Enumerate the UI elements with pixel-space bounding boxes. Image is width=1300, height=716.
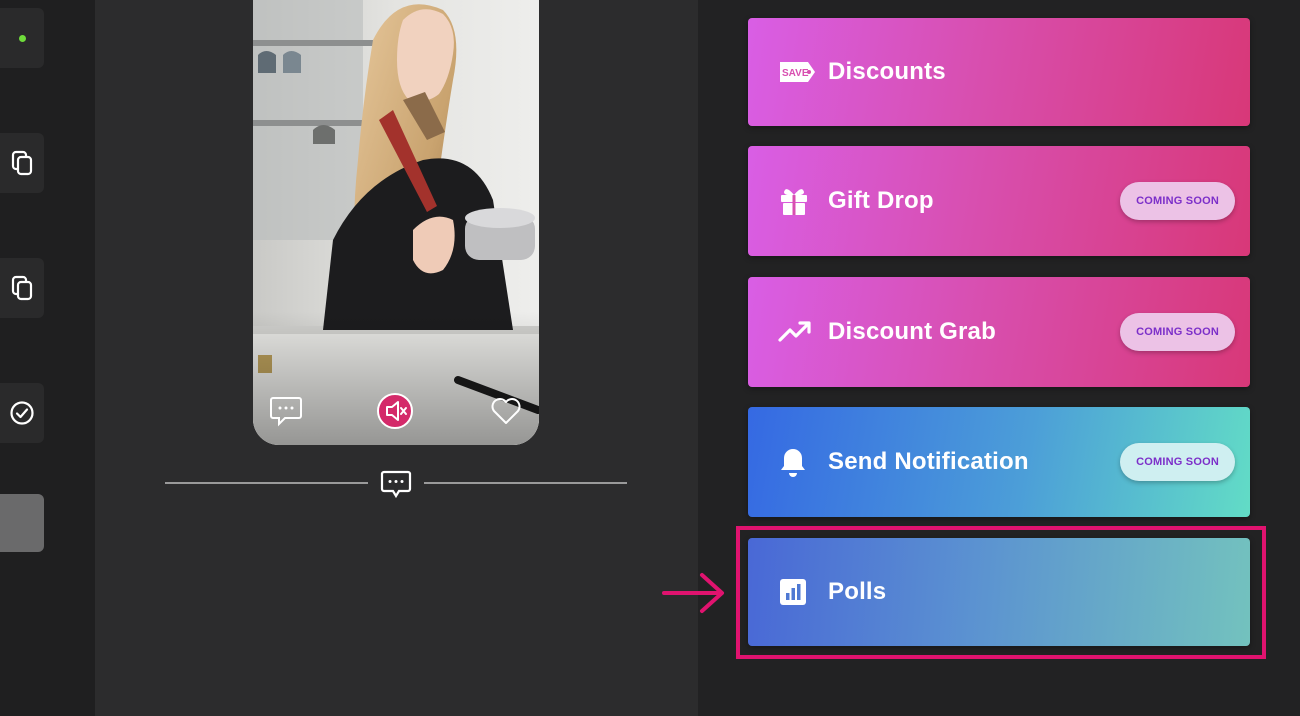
coming-soon-badge: COMING SOON [1120, 443, 1235, 481]
divider-left [165, 482, 368, 484]
copy-button-1[interactable] [0, 133, 44, 193]
video-preview-image [253, 0, 539, 445]
card-discount-grab[interactable]: Discount Grab COMING SOON [748, 277, 1250, 387]
like-button[interactable] [486, 391, 526, 431]
heart-icon [491, 398, 521, 424]
divider-right [424, 482, 627, 484]
status-dot-icon [18, 34, 26, 42]
phone-controls [253, 391, 539, 435]
gift-icon [781, 189, 807, 215]
trending-up-icon [778, 321, 811, 342]
card-send-notification[interactable]: Send Notification COMING SOON [748, 407, 1250, 517]
status-indicator[interactable] [0, 8, 44, 68]
card-title: Gift Drop [828, 187, 934, 214]
coming-soon-badge: COMING SOON [1120, 182, 1235, 220]
card-title: Discount Grab [828, 318, 996, 345]
comment-button[interactable] [266, 391, 306, 431]
copy-button-2[interactable] [0, 258, 44, 318]
highlight-frame [736, 526, 1266, 659]
phone-preview [253, 0, 539, 445]
card-title: Send Notification [828, 448, 1029, 475]
comment-icon [380, 470, 412, 499]
left-rail [0, 0, 95, 716]
svg-text:SAVE: SAVE [782, 68, 809, 79]
card-discounts[interactable]: SAVE Discounts [748, 18, 1250, 126]
bell-icon [781, 449, 805, 477]
check-circle-icon [10, 401, 34, 425]
mute-icon [377, 393, 413, 429]
copy-icon [11, 150, 33, 176]
coming-soon-badge: COMING SOON [1120, 313, 1235, 351]
copy-icon [11, 275, 33, 301]
card-gift-drop[interactable]: Gift Drop COMING SOON [748, 146, 1250, 256]
comment-icon [270, 397, 302, 427]
confirm-button[interactable] [0, 383, 44, 443]
card-title: Discounts [828, 58, 946, 85]
rail-placeholder-button[interactable] [0, 494, 44, 552]
arrow-right-icon [662, 573, 724, 613]
chat-toggle-button[interactable] [379, 468, 413, 500]
save-tag-icon: SAVE [780, 62, 815, 82]
mute-button[interactable] [375, 391, 415, 431]
